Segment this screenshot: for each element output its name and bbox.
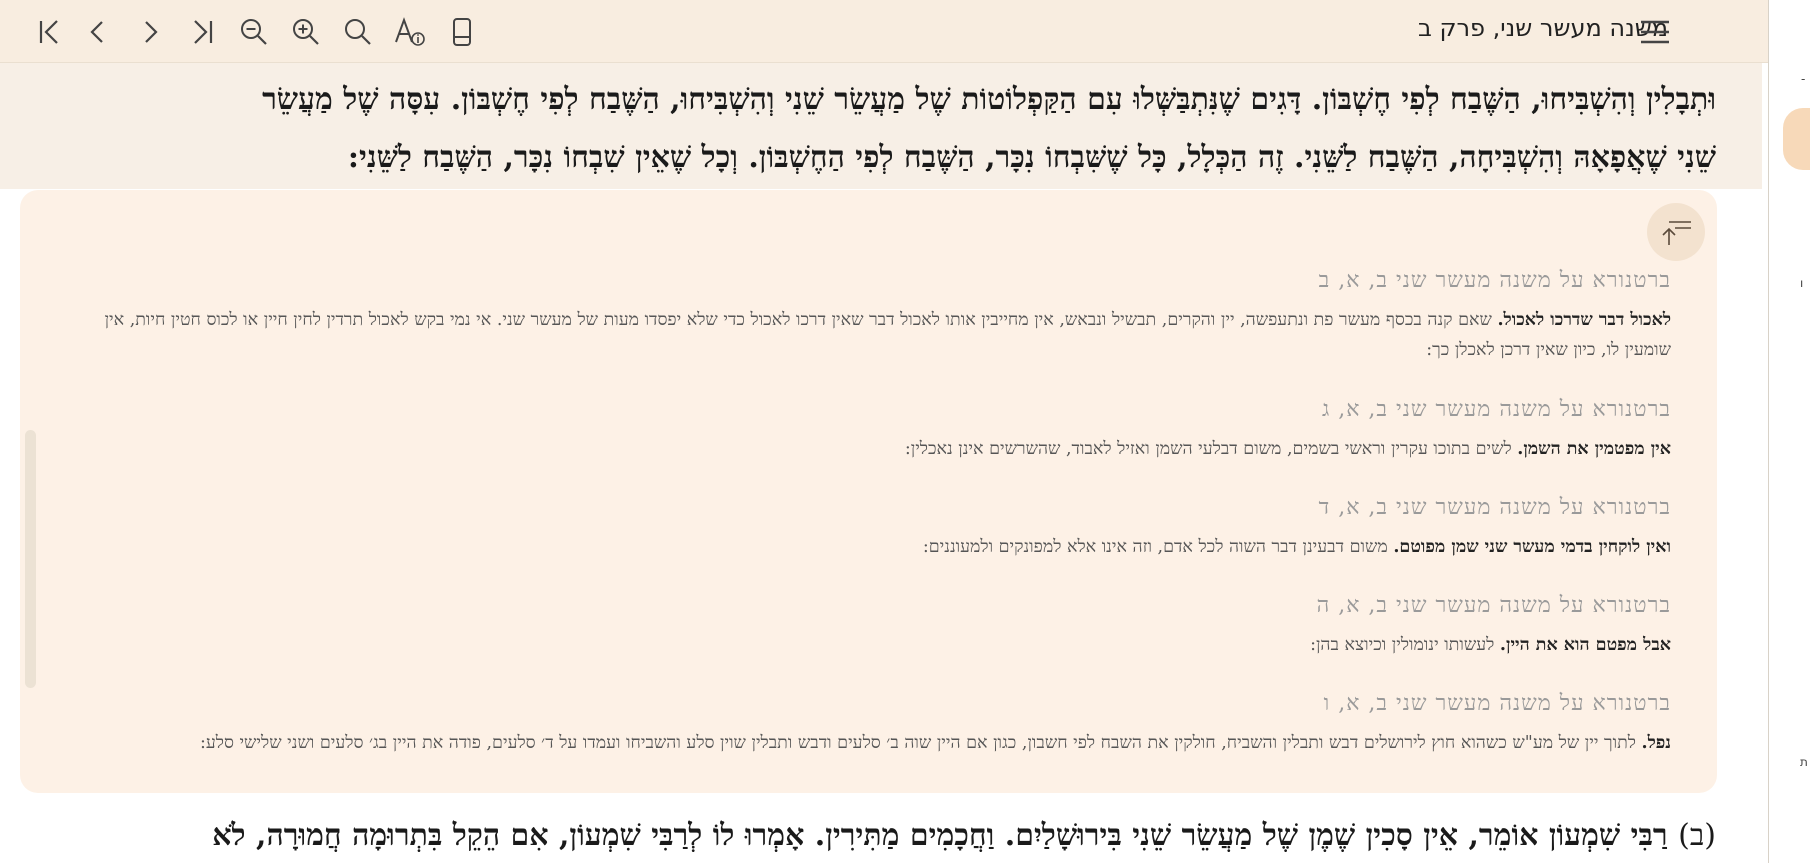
- commentary-panel[interactable]: ברטנורא על משנה מעשר שני ב, א, ב לאכול ד…: [20, 190, 1717, 793]
- commentary-text: ואין לוקחין בדמי מעשר שני שמן מפוטם. משו…: [59, 532, 1671, 562]
- next-page-icon[interactable]: [130, 12, 170, 52]
- commentary-text: אבל מפטם הוא את היין. לעשותו ינומולין וכ…: [59, 630, 1671, 660]
- scroll-top-icon: [1662, 221, 1691, 245]
- commentary-headword: ואין לוקחין בדמי מעשר שני שמן מפוטם.: [1393, 537, 1671, 557]
- hamburger-menu-icon[interactable]: [1632, 12, 1678, 52]
- reader-pane: וּתְבָלִין וְהִשְׁבִּיחוּ, הַשֶּׁבַח לְפ…: [0, 63, 1768, 863]
- mishna-number: (ב): [1678, 818, 1716, 853]
- layout-icon[interactable]: [442, 12, 482, 52]
- commentary-item[interactable]: ברטנורא על משנה מעשר שני ב, א, ב לאכול ד…: [59, 267, 1671, 365]
- scroll-to-top-button[interactable]: [1647, 203, 1705, 261]
- commentary-body: לתוך יין של מע"ש כשהוא חוץ לירושלים דבש …: [199, 733, 1642, 753]
- side-mark: ו: [1800, 276, 1804, 290]
- mishna-line: וּתְבָלִין וְהִשְׁבִּיחוּ, הַשֶּׁבַח לְפ…: [262, 82, 1716, 117]
- commentary-body: משום דבעינן דבר השוה לכל אדם, וזה אינו א…: [922, 537, 1394, 557]
- commentary-item[interactable]: ברטנורא על משנה מעשר שני ב, א, ג אין מפט…: [59, 396, 1671, 464]
- commentary-ref: ברטנורא על משנה מעשר שני ב, א, ה: [1316, 593, 1671, 618]
- last-page-icon[interactable]: [182, 12, 222, 52]
- page-title: משנה מעשר שני, פרק ב: [1417, 14, 1668, 42]
- commentary-text: לאכול דבר שדרכו לאכול. שאם קנה בכסף מעשר…: [59, 305, 1671, 365]
- side-panel-tab[interactable]: [1783, 108, 1810, 170]
- search-icon[interactable]: [338, 12, 378, 52]
- commentary-body: לשים בתוכו עקרין וראשי בשמים, משום דבלעי…: [904, 439, 1518, 459]
- commentary-headword: נפל.: [1641, 733, 1672, 753]
- font-settings-icon[interactable]: [390, 12, 430, 52]
- commentary-headword: לאכול דבר שדרכו לאכול.: [1497, 310, 1671, 330]
- zoom-in-icon[interactable]: [286, 12, 326, 52]
- scrollbar-thumb[interactable]: [25, 430, 36, 688]
- commentary-headword: אין מפטמין את השמן.: [1517, 439, 1671, 459]
- side-mark: ת: [1800, 755, 1808, 769]
- commentary-headword: אבל מפטם הוא את היין.: [1499, 635, 1671, 655]
- commentary-ref: ברטנורא על משנה מעשר שני ב, א, ג: [1321, 397, 1671, 422]
- commentary-item[interactable]: ברטנורא על משנה מעשר שני ב, א, ה אבל מפט…: [59, 592, 1671, 660]
- commentary-body: שאם קנה בכסף מעשר פת ונתעפשה, יין והקרים…: [104, 310, 1671, 360]
- zoom-out-icon[interactable]: [234, 12, 274, 52]
- side-mark: -: [1801, 72, 1806, 86]
- commentary-ref: ברטנורא על משנה מעשר שני ב, א, ו: [1323, 691, 1671, 716]
- mishna-text[interactable]: (ב) רַבִּי שִׁמְעוֹן אוֹמֵר, אֵין סָכִין…: [0, 798, 1762, 868]
- mishna-line: שֵׁנִי שֶׁאֲפָאָהּ וְהִשְׁבִּיחָה, הַשֶּ…: [347, 140, 1716, 175]
- commentary-item[interactable]: ברטנורא על משנה מעשר שני ב, א, ו נפל. לת…: [59, 690, 1671, 758]
- commentary-item[interactable]: ברטנורא על משנה מעשר שני ב, א, ד ואין לו…: [59, 494, 1671, 562]
- commentary-text: אין מפטמין את השמן. לשים בתוכו עקרין ורא…: [59, 434, 1671, 464]
- commentary-text: נפל. לתוך יין של מע"ש כשהוא חוץ לירושלים…: [59, 728, 1671, 758]
- commentary-ref: ברטנורא על משנה מעשר שני ב, א, ד: [1318, 495, 1671, 520]
- toolbar: משנה מעשר שני, פרק ב: [0, 0, 1768, 63]
- commentary-ref: ברטנורא על משנה מעשר שני ב, א, ב: [1318, 268, 1671, 293]
- commentary-body: לעשותו ינומולין וכיוצא בהן:: [1310, 635, 1500, 655]
- prev-page-icon[interactable]: [78, 12, 118, 52]
- first-page-icon[interactable]: [30, 12, 70, 52]
- mishna-body: רַבִּי שִׁמְעוֹן אוֹמֵר, אֵין סָכִין שֶׁ…: [212, 818, 1668, 853]
- mishna-text-highlighted[interactable]: וּתְבָלִין וְהִשְׁבִּיחוּ, הַשֶּׁבַח לְפ…: [0, 63, 1762, 189]
